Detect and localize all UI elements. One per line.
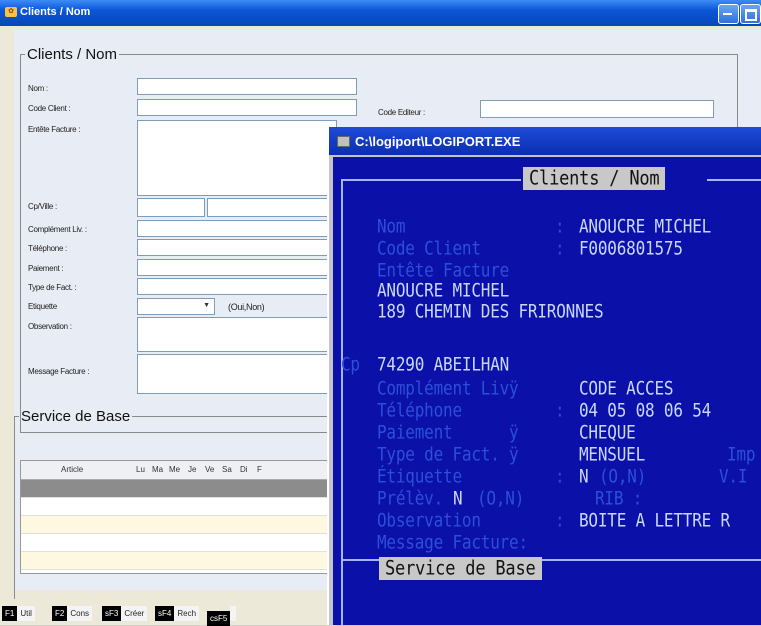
col-article: Article: [61, 465, 84, 474]
label-paiement: Paiement :: [28, 264, 64, 273]
nom-field[interactable]: [137, 78, 357, 95]
dos-obs-label: Observation: [377, 509, 481, 531]
ville-field[interactable]: [207, 198, 337, 217]
dos-msg-label: Message Facture:: [377, 531, 528, 553]
complement-field[interactable]: [137, 220, 337, 237]
dos-service-title: Service de Base: [379, 557, 542, 580]
dos-entete-line2: 189 CHEMIN DES FRIRONNES: [377, 300, 604, 322]
dos-compl-value: CODE ACCES: [579, 377, 674, 399]
code-editeur-field[interactable]: [480, 100, 714, 118]
dos-obs-value: BOITE A LETTRE R: [579, 509, 730, 531]
dos-code-label: Code Client: [377, 237, 481, 259]
label-cp-ville: Cp/Ville :: [28, 202, 57, 211]
dos-rib-label: RIB :: [595, 487, 643, 509]
entete-field[interactable]: [137, 120, 337, 196]
telephone-field[interactable]: [137, 239, 337, 256]
dos-prelev-value: N: [453, 487, 463, 509]
col-sa: Sa: [222, 465, 232, 474]
dos-type-value: MENSUEL: [579, 443, 646, 465]
col-ve: Ve: [205, 465, 215, 474]
chevron-down-icon[interactable]: ▼: [203, 302, 210, 309]
fkey-f2[interactable]: F2 Cons: [52, 606, 93, 621]
label-telephone: Téléphone :: [28, 244, 67, 253]
maximize-button[interactable]: [740, 4, 761, 24]
label-type-fact: Type de Fact. :: [28, 283, 77, 292]
console-icon: [337, 136, 350, 147]
col-di: Di: [240, 465, 248, 474]
dos-paie-label: Paiement ÿ: [377, 421, 519, 443]
dos-etiq-extra: V.I: [719, 465, 748, 487]
col-ma: Ma: [152, 465, 164, 474]
col-f: F: [257, 465, 262, 474]
type-fact-field[interactable]: [137, 278, 337, 295]
dos-cp-label: Cp: [341, 353, 360, 375]
dos-code-value: F0006801575: [579, 237, 683, 259]
etiquette-hint: (Oui,Non): [228, 302, 265, 312]
label-nom: Nom :: [28, 84, 48, 93]
dos-paie-value: CHEQUE: [579, 421, 636, 443]
dos-screen[interactable]: Clients / Nom Nom : ANOUCRE MICHEL Code …: [333, 157, 761, 625]
col-me: Me: [169, 465, 181, 474]
dos-header: Clients / Nom: [523, 167, 666, 190]
dos-entete-line1: ANOUCRE MICHEL: [377, 279, 510, 301]
label-message: Message Facture :: [28, 367, 90, 376]
dos-nom-value: ANOUCRE MICHEL: [579, 215, 712, 237]
title-bar[interactable]: ✿ Clients / Nom: [0, 0, 761, 26]
window-title: Clients / Nom: [20, 6, 91, 18]
label-entete: Entête Facture :: [28, 125, 81, 134]
service-title: Service de Base: [21, 408, 131, 425]
label-code-editeur: Code Editeur :: [378, 108, 425, 117]
dos-tel-label: Téléphone: [377, 399, 462, 421]
fkey-sf3[interactable]: sF3 Créer: [102, 606, 148, 621]
dos-prelev-hint: (O,N): [477, 487, 525, 509]
dos-prelev-label: Prélèv.: [377, 487, 444, 509]
dos-frame-top-right: [707, 179, 761, 181]
col-je: Je: [188, 465, 197, 474]
label-observation: Observation :: [28, 322, 72, 331]
dos-frame-top: [341, 179, 521, 181]
dos-title-bar[interactable]: C:\logiport\LOGIPORT.EXE: [329, 127, 761, 155]
dos-compl-label: Complément Livÿ: [377, 377, 519, 399]
dos-type-extra: Imp: [727, 443, 756, 465]
observation-field[interactable]: [137, 317, 337, 352]
dos-etiq-value: N: [579, 465, 589, 487]
dos-entete-label: Entête Facture: [377, 259, 510, 281]
code-client-field[interactable]: [137, 99, 357, 116]
app-icon: ✿: [5, 7, 17, 17]
dos-tel-value: 04 05 08 06 54: [579, 399, 712, 421]
paiement-field[interactable]: [137, 259, 337, 276]
group-title: Clients / Nom: [27, 46, 118, 63]
fkey-sf4[interactable]: sF4 Rech: [155, 606, 200, 621]
col-lu: Lu: [136, 465, 145, 474]
message-field[interactable]: [137, 354, 337, 394]
label-code-client: Code Client :: [28, 104, 71, 113]
cp-field[interactable]: [137, 198, 205, 217]
fkey-f1[interactable]: F1 Util: [2, 606, 35, 621]
dos-etiq-hint: (O,N): [599, 465, 647, 487]
fkey-csf5[interactable]: csF5: [207, 606, 237, 626]
dos-cp-value: 74290 ABEILHAN: [377, 353, 510, 375]
minimize-button[interactable]: [718, 4, 739, 24]
dos-window-title: C:\logiport\LOGIPORT.EXE: [355, 134, 521, 149]
etiquette-select[interactable]: ▼: [137, 298, 215, 315]
dos-etiq-label: Étiquette: [377, 465, 462, 487]
label-complement: Complément Liv. :: [28, 225, 87, 234]
label-etiquette: Etiquette: [28, 302, 57, 311]
dos-nom-label: Nom: [377, 215, 406, 237]
dos-console-window[interactable]: C:\logiport\LOGIPORT.EXE Clients / Nom N…: [327, 127, 761, 625]
dos-type-label: Type de Fact. ÿ: [377, 443, 519, 465]
